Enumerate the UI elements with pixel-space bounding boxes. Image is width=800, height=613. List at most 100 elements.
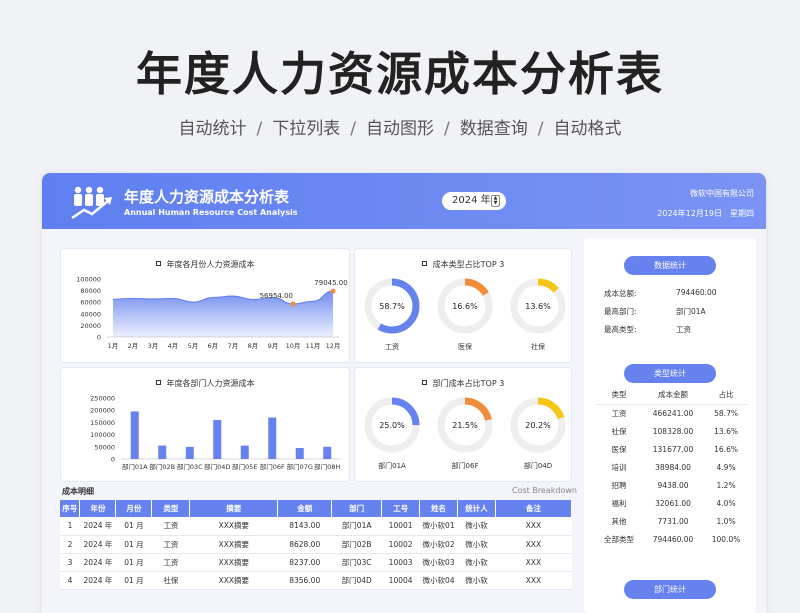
y-tick-label: 0 [97,334,101,342]
feature-item: 自动格式 [553,119,622,139]
table-cell: XXX摘要 [189,571,278,590]
y-tick-label: 200000 [90,407,115,415]
table-cell: 培训 [611,462,627,472]
table-cell: XXX [495,517,572,536]
table-row[interactable]: 3 2024 年 01 月工资 XXX摘要 8237.00 部门03C 10003 微小软03… [60,553,572,572]
bar [323,446,332,459]
table-cell: XXX [495,535,572,554]
table-cell: 10002 [381,535,420,554]
feature-separator: / [444,119,450,139]
bar [158,445,167,459]
table-cell: 微小软 [457,535,496,554]
table-cell: 工资 [151,553,190,572]
x-tick-label: 部门08H [314,462,340,471]
bar [130,411,139,459]
x-tick-label: 部门05E [232,462,257,471]
dashboard-title: 年度人力资源成本分析表 [124,188,290,206]
stats-panel: 数据统计 成本总额: 794460.00 最高部门: 部门01A 最高类型: 工资 类型统… [584,238,756,613]
column-header: 类型 [596,386,642,405]
type-top3-title: 成本类型占比TOP 3 [432,260,505,269]
table-cell: XXX摘要 [189,535,278,554]
table-cell: 福利 [611,498,627,508]
stat-label: 成本总额: [604,289,637,298]
table-cell: 2024 年 [79,517,116,536]
feature-separator: / [537,119,544,139]
table-cell: 01 月 [115,517,152,536]
y-tick-label: 50000 [94,443,115,451]
people-growth-icon [71,186,112,220]
year-select[interactable]: 2024 年 ▲ ▼ [442,192,506,210]
table-row[interactable]: 2 2024 年 01 月工资 XXX摘要 8628.00 部门02B 10002 微小软02… [60,535,572,554]
dept-cost-panel: 年度各部门人力资源成本 250000 200000 150000 100000 5000… [60,367,350,482]
table-cell: 58.7% [714,408,738,418]
company-name: 微软中国有限公司 [690,189,754,198]
y-tick-label: 80000 [80,287,101,295]
table-row[interactable]: 4 2024 年 01 月社保 XXX摘要 8356.00 部门04D 10004 微小软04… [60,571,572,590]
year-value: 2024 年 [452,195,491,206]
table-row[interactable]: 1 2024 年 01 月工资 XXX摘要 8143.00 部门01A 10001 微小软01… [60,517,572,536]
column-header: 姓名 [419,500,459,517]
feature-separator: / [256,119,263,139]
table-cell: 8237.00 [277,553,332,572]
square-icon [421,261,427,266]
dept-bar-chart: 250000 200000 150000 100000 50000 0 部门01A 部门02B… [90,395,341,471]
x-tick-label: 1月 [108,342,119,350]
bar [185,446,194,459]
table-cell: 01 月 [115,553,152,572]
type-stats-pill[interactable]: 类型统计 [624,364,716,383]
table-cell: 01 月 [115,535,152,554]
table-cell: 9438.00 [657,480,689,490]
table-cell: 微小软03 [419,553,458,572]
stepper-arrows-icon[interactable]: ▲ ▼ [491,195,500,207]
dept-top3-title: 部门成本占比TOP 3 [432,379,505,388]
date-line: 2024年12月19日 星期四 [657,208,754,219]
table-cell: 8628.00 [277,535,332,554]
donut-chart: 25.0% [364,397,420,453]
donut-percent: 13.6% [525,302,551,311]
x-tick-label: 部门01A [122,462,148,471]
table-row: 工资 466241.00 58.7% [596,404,748,422]
table-cell: 2024 年 [79,553,116,572]
donut-chart: 58.7% [364,278,420,334]
y-tick-label: 0 [111,456,115,464]
bar [268,417,277,459]
dept-stats-pill[interactable]: 部门统计 [624,580,716,599]
table-cell: 100.0% [711,534,741,544]
y-tick-label: 60000 [80,299,101,307]
x-tick-label: 部门06F [260,462,285,471]
weekday: 星期四 [730,209,754,218]
table-cell: 794460.00 [652,534,694,544]
table-row: 培训 38984.00 4.9% [596,458,748,476]
table-cell: 微小软04 [419,571,458,590]
table-cell: 社保 [151,571,190,590]
column-header: 工号 [381,500,421,517]
feature-item: 自动图形 [366,119,434,139]
column-header: 占比 [704,386,748,405]
monthly-cost-panel: 年度各月份人力资源成本 100000 80000 60000 40000 20000 0 1… [60,248,350,363]
stat-value: 工资 [676,325,691,334]
table-cell: 2024 年 [79,535,116,554]
detail-title-en: Cost Breakdown [512,486,577,495]
y-tick-label: 40000 [80,310,101,318]
feature-item: 数据查询 [459,119,528,139]
table-cell: 1.0% [716,516,736,526]
detail-table-wrap: 序号 年份 月份 类型 摘要 金额 部门 工号 姓名 统计人 备注 1 2024 年 01 月工资 XXX… [60,500,572,590]
x-tick-label: 6月 [208,342,219,350]
table-cell: 13.6% [714,426,738,436]
column-header: 年份 [79,500,117,517]
table-cell: 1.2% [716,480,736,490]
stat-value: 部门01A [676,307,706,316]
column-header: 摘要 [189,500,279,517]
donut-item: 21.5% 部门06F [435,395,495,471]
stats-pill[interactable]: 数据统计 [624,256,716,275]
table-cell: 01 月 [115,571,152,590]
y-tick-label: 100000 [76,276,101,284]
y-tick-label: 100000 [90,431,115,439]
feature-item: 自动统计 [178,119,247,139]
table-cell: 4.0% [716,498,736,508]
type-top3-panel: 成本类型占比TOP 3 58.7% 工资 16.6% 医保 13.6% 社保 [354,248,572,363]
donut-percent: 25.0% [379,421,405,430]
stat-value: 794460.00 [676,288,717,297]
table-cell: 131677.00 [652,444,694,454]
area-fill [113,291,333,337]
